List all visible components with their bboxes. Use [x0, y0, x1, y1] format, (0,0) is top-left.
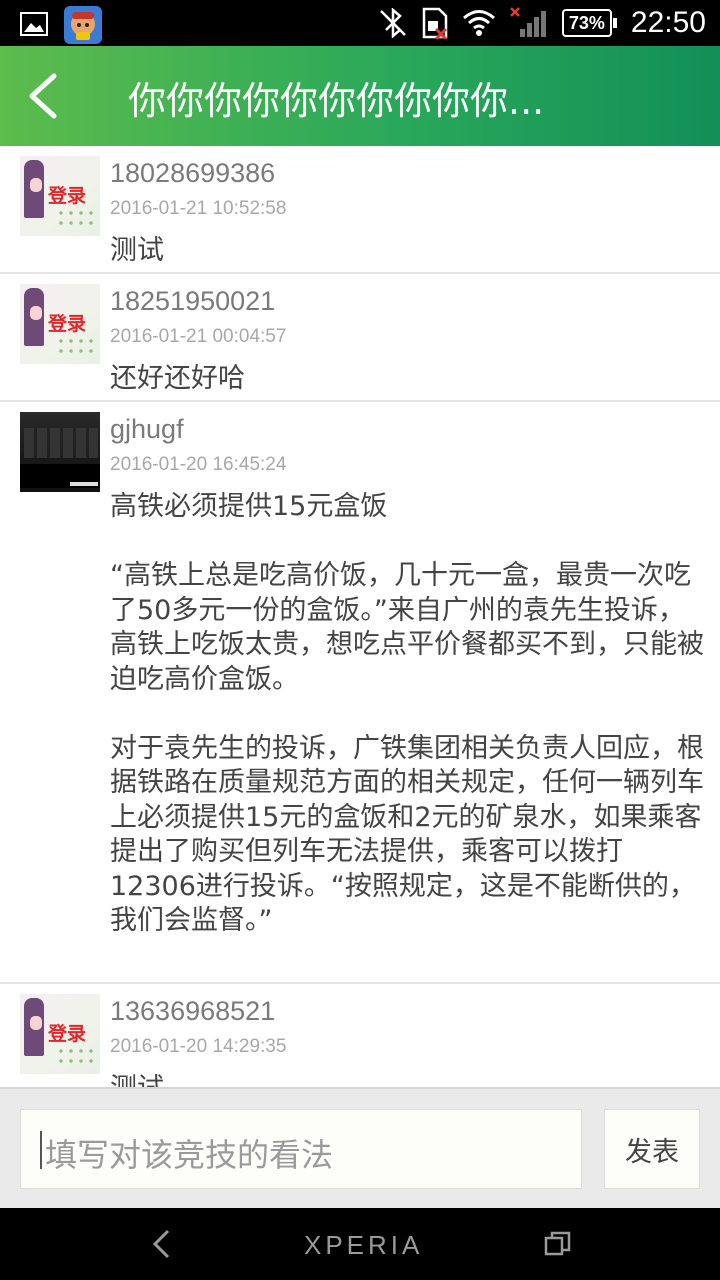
avatar[interactable]: 登录: [20, 994, 100, 1074]
comment-item[interactable]: 登录 18251950021 2016-01-21 00:04:57 还好还好哈: [0, 274, 720, 402]
comment-input-bar: 填写对该竞技的看法 发表: [0, 1087, 720, 1208]
status-bar: 73% 22:50: [0, 0, 720, 46]
clock: 22:50: [630, 6, 706, 39]
comment-text: 还好还好哈: [110, 363, 245, 394]
avatar[interactable]: [20, 412, 100, 492]
back-arrow-icon[interactable]: [24, 70, 64, 122]
input-placeholder: 填写对该竞技的看法: [45, 1136, 334, 1174]
comment-item[interactable]: gjhugf 2016-01-20 16:45:24 高铁必须提供15元盒饭 “…: [0, 402, 720, 984]
avatar[interactable]: 登录: [20, 284, 100, 364]
comment-username: 18028699386: [110, 158, 276, 188]
recent-apps-icon[interactable]: [544, 1230, 572, 1258]
comment-list[interactable]: 登录 18028699386 2016-01-21 10:52:58 测试 登录…: [0, 146, 720, 1087]
comment-date: 2016-01-21 00:04:57: [110, 326, 287, 347]
comment-date: 2016-01-20 16:45:24: [110, 454, 287, 475]
avatar[interactable]: 登录: [20, 156, 100, 236]
comment-content: 测试: [110, 234, 706, 269]
signal-icon: [510, 7, 546, 37]
comment-date: 2016-01-20 14:29:35: [110, 1036, 287, 1057]
comment-text: 测试: [110, 1072, 706, 1087]
battery-icon: 73%: [561, 9, 617, 37]
comment-username: 18251950021: [110, 286, 276, 316]
comment-username: gjhugf: [110, 414, 184, 444]
brand-logo: XPERIA: [304, 1230, 424, 1260]
nav-back-icon[interactable]: [150, 1228, 174, 1260]
comment-content: 高铁必须提供15元盒饭 “高铁上总是吃高价饭，几十元一盒，最贵一次吃了50多元一…: [110, 490, 706, 939]
sim-error-icon: [422, 7, 448, 39]
comment-text: 测试: [110, 235, 164, 266]
comment-item[interactable]: 登录 13636968521 2016-01-20 14:29:35 测试: [0, 984, 720, 1087]
page-title: 你你你你你你你你你你...: [128, 79, 545, 123]
title-bar: 你你你你你你你你你你...: [0, 46, 720, 146]
app-notification-icon: [64, 6, 102, 44]
avatar-login-label: 登录: [48, 185, 87, 207]
battery-level: 73%: [568, 12, 605, 33]
comment-paragraph: “高铁上总是吃高价饭，几十元一盒，最贵一次吃了50多元一份的盒饭。”来自广州的袁…: [110, 560, 704, 695]
gallery-notification-icon: [20, 12, 48, 36]
comment-username: 13636968521: [110, 996, 276, 1026]
avatar-login-label: 登录: [48, 313, 87, 335]
comment-input[interactable]: 填写对该竞技的看法: [20, 1109, 582, 1189]
publish-button[interactable]: 发表: [604, 1109, 700, 1189]
text-cursor: [40, 1131, 42, 1169]
comment-paragraph: 对于袁先生的投诉，广铁集团相关负责人回应，根据铁路在质量规范方面的相关规定，任何…: [110, 732, 704, 937]
navigation-bar: XPERIA: [0, 1208, 720, 1280]
bluetooth-off-icon: [380, 8, 406, 38]
comment-item[interactable]: 登录 18028699386 2016-01-21 10:52:58 测试: [0, 146, 720, 274]
avatar-login-label: 登录: [48, 1023, 87, 1045]
comment-date: 2016-01-21 10:52:58: [110, 198, 287, 219]
comment-content: 测试: [110, 1072, 706, 1087]
comment-paragraph: 高铁必须提供15元盒饭: [110, 491, 388, 522]
wifi-icon: [462, 10, 495, 36]
comment-content: 还好还好哈: [110, 362, 706, 397]
